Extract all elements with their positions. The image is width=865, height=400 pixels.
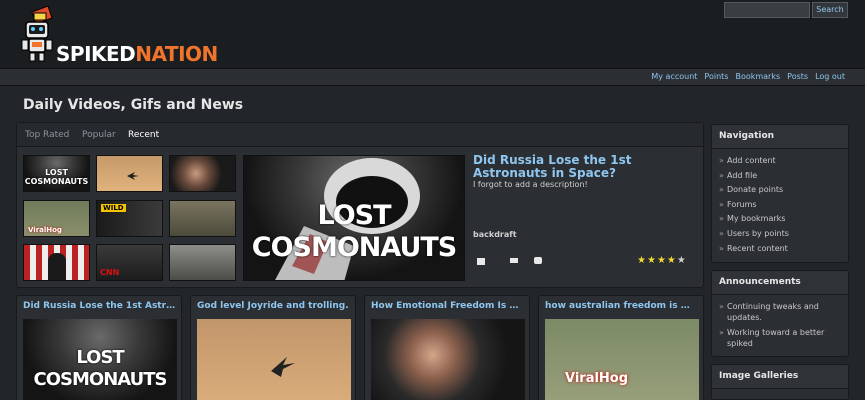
thumbnail-caption: CNN bbox=[100, 268, 120, 277]
logout-link[interactable]: Log out bbox=[815, 72, 845, 81]
nav-item-recent-content[interactable]: Recent content bbox=[719, 243, 841, 254]
comment-icon[interactable] bbox=[477, 258, 485, 265]
navigation-list: Add content Add file Donate points Forum… bbox=[712, 149, 848, 261]
share-icon[interactable] bbox=[534, 257, 542, 264]
thumbnail-caption: ViralHog bbox=[28, 226, 62, 234]
thumbnail[interactable] bbox=[169, 200, 236, 237]
nav-item-add-file[interactable]: Add file bbox=[719, 170, 841, 181]
star-icon[interactable]: ★ bbox=[677, 256, 686, 266]
navigation-title: Navigation bbox=[712, 125, 848, 149]
logo-wordmark: SPIKEDNATION bbox=[56, 42, 218, 66]
card-image-caption: ViralHog bbox=[565, 371, 629, 386]
video-card[interactable]: How Emotional Freedom Is Ma... bbox=[364, 295, 530, 400]
card-title[interactable]: Did Russia Lose the 1st Astron... bbox=[23, 301, 177, 311]
star-icon[interactable]: ★ bbox=[637, 256, 646, 266]
search-button[interactable]: Search bbox=[812, 2, 848, 18]
card-image[interactable]: LOST COSMONAUTS bbox=[23, 319, 177, 400]
thumbnail[interactable] bbox=[96, 155, 163, 192]
video-card[interactable]: Did Russia Lose the 1st Astron... LOST C… bbox=[16, 295, 182, 400]
card-image[interactable] bbox=[197, 319, 351, 400]
star-icon[interactable]: ★ bbox=[647, 256, 656, 266]
featured-author[interactable]: backdraft bbox=[473, 230, 517, 239]
image-galleries-title: Image Galleries bbox=[712, 365, 848, 389]
card-image-caption: LOST COSMONAUTS bbox=[33, 347, 168, 390]
user-links: My account Points Bookmarks Posts Log ou… bbox=[651, 72, 845, 81]
bookmarks-link[interactable]: Bookmarks bbox=[735, 72, 780, 81]
nav-item-add-content[interactable]: Add content bbox=[719, 155, 841, 166]
thumbnail[interactable]: WILD bbox=[96, 200, 163, 237]
logo-text-white: SPIKED bbox=[56, 42, 136, 66]
search-input[interactable] bbox=[724, 2, 810, 18]
rating-stars[interactable]: ★ ★ ★ ★ ★ bbox=[637, 256, 686, 266]
plane-icon bbox=[271, 357, 295, 377]
featured-description: I forgot to add a description! bbox=[473, 180, 588, 189]
nav-item-donate-points[interactable]: Donate points bbox=[719, 184, 841, 195]
site-logo[interactable]: SPIKEDNATION bbox=[18, 4, 233, 68]
announcements-list: Continuing tweaks and updates. Working t… bbox=[712, 295, 848, 356]
speaker-figure bbox=[48, 253, 66, 280]
my-account-link[interactable]: My account bbox=[651, 72, 697, 81]
thumbnail[interactable] bbox=[169, 244, 236, 281]
thumbnail[interactable]: CNN bbox=[96, 244, 163, 281]
featured-tabs: Top Rated Popular Recent bbox=[17, 123, 703, 147]
user-bar: My account Points Bookmarks Posts Log ou… bbox=[0, 68, 865, 86]
card-title[interactable]: God level Joyride and trolling. bbox=[197, 301, 351, 311]
nav-item-my-bookmarks[interactable]: My bookmarks bbox=[719, 213, 841, 224]
announcement-item[interactable]: Working toward a better spiked bbox=[719, 327, 841, 349]
video-card[interactable]: how australian freedom is made ViralHog bbox=[538, 295, 704, 400]
announcements-title: Announcements bbox=[712, 271, 848, 295]
page-title: Daily Videos, Gifs and News bbox=[23, 97, 244, 113]
plane-icon bbox=[127, 172, 139, 180]
thumbnail[interactable] bbox=[23, 244, 90, 281]
video-card[interactable]: God level Joyride and trolling. bbox=[190, 295, 356, 400]
card-image[interactable] bbox=[371, 319, 525, 400]
featured-panel: Top Rated Popular Recent LOST COSMONAUTS… bbox=[16, 122, 704, 288]
image-galleries-block: Image Galleries bbox=[711, 364, 849, 400]
thumbnail[interactable] bbox=[169, 155, 236, 192]
featured-image-caption: LOST COSMONAUTS bbox=[251, 200, 457, 263]
thumbnail-caption: WILD bbox=[101, 204, 126, 212]
tab-top-rated[interactable]: Top Rated bbox=[25, 130, 69, 140]
featured-title[interactable]: Did Russia Lose the 1st Astronauts in Sp… bbox=[473, 154, 703, 180]
thumbnail[interactable]: LOST COSMONAUTS bbox=[23, 155, 90, 192]
nav-item-forums[interactable]: Forums bbox=[719, 199, 841, 210]
points-link[interactable]: Points bbox=[704, 72, 728, 81]
star-icon[interactable]: ★ bbox=[667, 256, 676, 266]
featured-image[interactable]: LOST COSMONAUTS bbox=[243, 155, 465, 281]
thumbnail[interactable]: ViralHog bbox=[23, 200, 90, 237]
card-title[interactable]: how australian freedom is made bbox=[545, 301, 699, 311]
card-title[interactable]: How Emotional Freedom Is Ma... bbox=[371, 301, 525, 311]
nav-item-users-by-points[interactable]: Users by points bbox=[719, 228, 841, 239]
thumbnail-caption: LOST COSMONAUTS bbox=[24, 168, 89, 186]
tab-popular[interactable]: Popular bbox=[82, 130, 116, 140]
logo-text-orange: NATION bbox=[135, 42, 218, 66]
announcements-block: Announcements Continuing tweaks and upda… bbox=[711, 270, 849, 357]
site-header: SPIKEDNATION Search bbox=[0, 0, 865, 68]
tab-recent[interactable]: Recent bbox=[128, 130, 159, 140]
posts-link[interactable]: Posts bbox=[787, 72, 808, 81]
card-image[interactable]: ViralHog bbox=[545, 319, 699, 400]
announcement-item[interactable]: Continuing tweaks and updates. bbox=[719, 301, 841, 323]
star-icon[interactable]: ★ bbox=[657, 256, 666, 266]
navigation-block: Navigation Add content Add file Donate p… bbox=[711, 124, 849, 263]
bookmark-icon[interactable] bbox=[510, 258, 518, 263]
